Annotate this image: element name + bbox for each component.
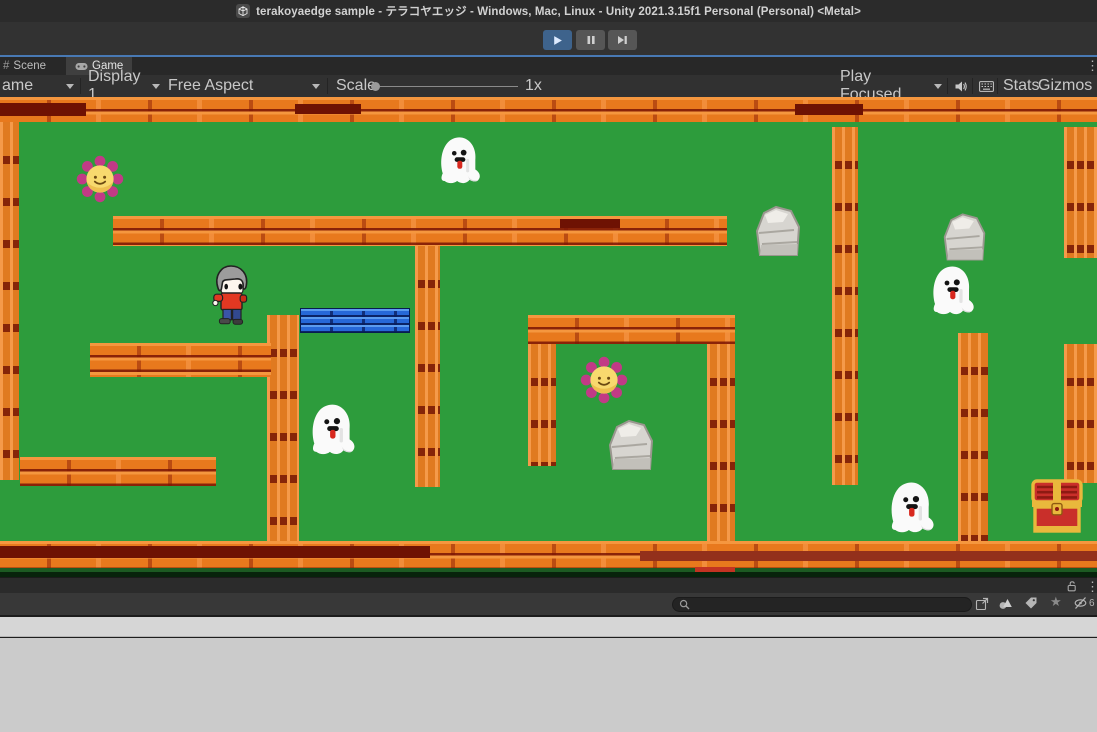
column-f-right — [707, 344, 735, 545]
hidden-count-icon[interactable]: 6 — [1074, 596, 1095, 610]
rock-sprite — [940, 208, 989, 266]
brick-patch — [640, 551, 1097, 561]
column-b — [415, 246, 440, 487]
chevron-down-icon — [152, 84, 160, 89]
tab-scene[interactable]: # Scene — [0, 57, 55, 75]
brick-patch — [0, 546, 430, 558]
scale-value: 1x — [525, 75, 542, 97]
gamepad-icon — [75, 62, 88, 71]
stats-toggle[interactable]: Stats — [1003, 75, 1039, 97]
flower-sprite — [76, 154, 124, 204]
window-title: terakoyaedge sample - テラコヤエッジ - Windows,… — [256, 3, 861, 19]
player-sprite — [209, 263, 253, 327]
unity-project-icon — [236, 4, 250, 18]
keyboard-icon[interactable] — [977, 75, 995, 97]
ghost-sprite — [437, 133, 483, 185]
brick-patch — [560, 219, 620, 228]
chevron-down-icon — [312, 84, 320, 89]
pane-menu-icon[interactable]: ⋮ — [1086, 580, 1097, 593]
scale-slider[interactable] — [372, 75, 518, 97]
filter-by-label-icon[interactable] — [1024, 596, 1038, 610]
ghost-sprite — [308, 400, 358, 456]
column-g — [832, 127, 858, 485]
column-f-left — [528, 344, 556, 466]
mute-audio-icon[interactable] — [952, 75, 969, 97]
step-button[interactable] — [608, 30, 637, 50]
platform-d — [90, 343, 271, 377]
rock-sprite — [605, 417, 657, 473]
chevron-down-icon — [66, 84, 74, 89]
ghost-sprite — [887, 477, 937, 535]
bottom-panel-header-band — [0, 617, 1097, 637]
tab-row: # Scene Game ⋮ — [0, 55, 1097, 75]
chevron-down-icon — [934, 84, 942, 89]
flower-sprite — [580, 355, 628, 405]
red-mark — [695, 567, 735, 572]
treasure-chest-sprite — [1029, 477, 1085, 535]
game-viewport[interactable] — [0, 97, 1097, 577]
column-j — [1064, 344, 1097, 483]
pause-button[interactable] — [576, 30, 605, 50]
game-mode-dropdown[interactable]: ame — [2, 75, 74, 97]
platform-e — [20, 457, 216, 486]
rock-sprite — [752, 203, 804, 259]
aspect-ratio-dropdown[interactable]: Free Aspect — [168, 75, 320, 97]
top-wall — [0, 97, 1097, 122]
favorites-star-icon[interactable]: ★ — [1050, 595, 1062, 608]
brick-patch — [795, 104, 863, 115]
open-in-window-icon[interactable] — [975, 597, 989, 611]
filter-by-type-icon[interactable] — [998, 596, 1013, 611]
search-input[interactable] — [672, 597, 972, 612]
platform-f — [528, 315, 735, 344]
pane-menu-icon[interactable]: ⋮ — [1086, 59, 1097, 72]
play-button[interactable] — [543, 30, 572, 50]
brick-patch — [0, 103, 86, 116]
blue-platform — [300, 308, 410, 333]
left-wall-column — [0, 122, 19, 480]
bottom-panel-content — [0, 638, 1097, 732]
column-h — [958, 333, 988, 545]
display-dropdown[interactable]: Display 1 — [88, 75, 160, 97]
gizmos-dropdown[interactable]: Gizmos — [1038, 75, 1096, 97]
window-title-bar: terakoyaedge sample - テラコヤエッジ - Windows,… — [0, 0, 1097, 23]
slider-knob[interactable] — [371, 82, 380, 91]
bottom-pane-header: ⋮ — [0, 577, 1097, 594]
column-c — [267, 315, 299, 545]
brick-patch — [295, 104, 361, 114]
play-focused-dropdown[interactable]: Play Focused — [840, 75, 942, 97]
unlock-icon[interactable] — [1066, 580, 1078, 592]
column-i — [1064, 127, 1097, 258]
platform-a — [113, 216, 727, 246]
ghost-sprite — [929, 261, 977, 317]
search-icon — [679, 599, 690, 610]
scene-tab-icon: # — [3, 60, 9, 72]
